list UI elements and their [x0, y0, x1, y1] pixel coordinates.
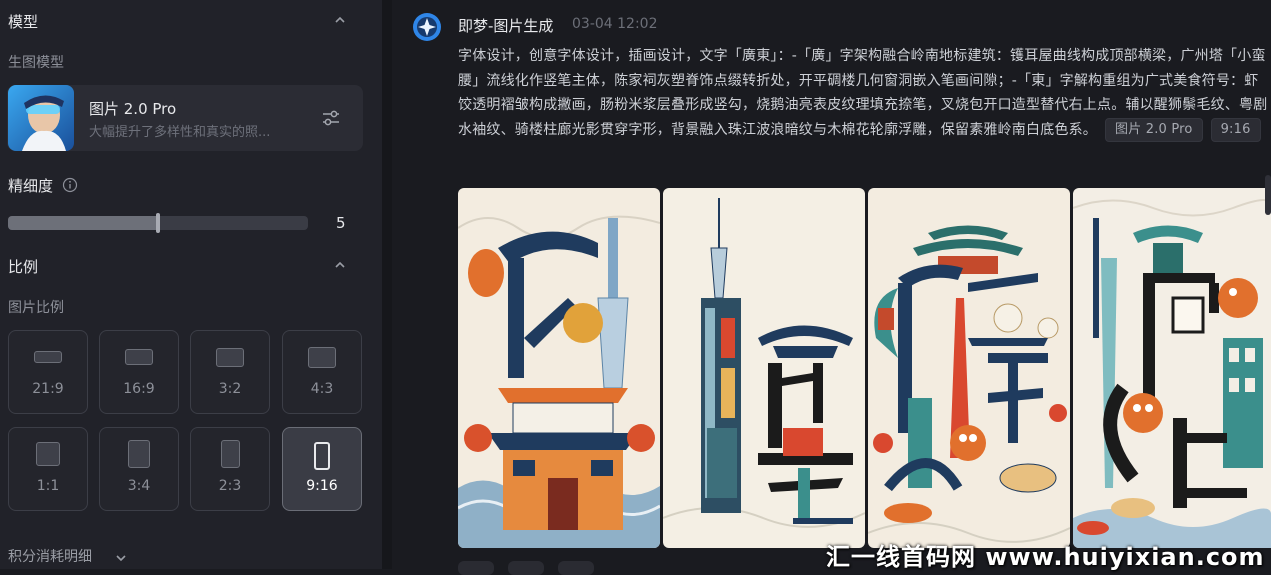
- ratio-option-9-16[interactable]: 9:16: [282, 427, 362, 511]
- ratio-shape-icon: [125, 349, 153, 365]
- ratio-label: 16:9: [123, 381, 155, 397]
- ratio-label: 21:9: [32, 381, 64, 397]
- ratio-option-2-3[interactable]: 2:3: [190, 427, 270, 511]
- message-timestamp: 03-04 12:02: [572, 16, 658, 32]
- info-icon[interactable]: [62, 177, 78, 193]
- ratio-label: 9:16: [306, 478, 338, 494]
- model-name: 图片 2.0 Pro: [89, 100, 177, 118]
- ratio-label: 4:3: [310, 381, 334, 397]
- ratio-option-4-3[interactable]: 4:3: [282, 330, 362, 414]
- panel-divider: [382, 0, 392, 569]
- model-thumbnail: [8, 85, 74, 151]
- ratio-option-3-4[interactable]: 3:4: [99, 427, 179, 511]
- model-description: 大幅提升了多样性和真实的照...: [89, 125, 271, 140]
- ratio-shape-icon: [220, 440, 240, 468]
- credits-detail-link[interactable]: 积分消耗明细: [8, 546, 92, 566]
- action-button[interactable]: [508, 561, 544, 575]
- scroll-next-handle[interactable]: [1265, 175, 1271, 215]
- detail-slider-handle[interactable]: [156, 213, 160, 233]
- generated-image-2[interactable]: [663, 188, 865, 548]
- ratio-label: 3:4: [127, 478, 151, 494]
- ratio-sub-label: 图片比例: [8, 300, 64, 316]
- action-button[interactable]: [458, 561, 494, 575]
- dreamina-avatar-icon: [412, 12, 442, 42]
- ratio-section-title: 比例: [8, 258, 39, 276]
- generated-image-3[interactable]: [868, 188, 1070, 548]
- ratio-label: 2:3: [218, 478, 242, 494]
- detail-slider-fill: [8, 216, 158, 230]
- ratio-shape-icon: [314, 442, 330, 470]
- ratio-option-1-1[interactable]: 1:1: [8, 427, 88, 511]
- chevron-down-icon[interactable]: [114, 550, 128, 564]
- detail-slider[interactable]: [8, 213, 308, 233]
- sender-name: 即梦-图片生成: [458, 17, 554, 35]
- ratio-option-16-9[interactable]: 16:9: [99, 330, 179, 414]
- watermark-text: 汇一线首码网 www.huiyixian.com: [826, 543, 1265, 571]
- ratio-label: 3:2: [218, 381, 242, 397]
- ratio-shape-icon: [128, 440, 150, 468]
- model-selector-card[interactable]: 图片 2.0 Pro 大幅提升了多样性和真实的照...: [7, 85, 363, 151]
- ratio-label: 1:1: [36, 478, 60, 494]
- ratio-shape-icon: [34, 351, 62, 363]
- adjust-settings-icon[interactable]: [320, 107, 342, 129]
- chevron-up-icon[interactable]: [333, 13, 347, 27]
- generated-image-1[interactable]: [458, 188, 660, 548]
- ratio-option-21-9[interactable]: 21:9: [8, 330, 88, 414]
- ratio-tag[interactable]: 9:16: [1210, 117, 1261, 142]
- settings-panel: 模型 生图模型 图片 2.0 Pro 大幅提升了多样性和真实的照... 精细度 …: [0, 0, 382, 569]
- detail-value: 5: [336, 214, 346, 232]
- action-button[interactable]: [558, 561, 594, 575]
- model-sub-label: 生图模型: [8, 55, 64, 71]
- model-section-title: 模型: [8, 13, 39, 31]
- prompt-text: 字体设计，创意字体设计，插画设计，文字「廣東」：-「廣」字架构融合岭南地标建筑：…: [458, 44, 1268, 142]
- detail-title: 精细度: [8, 177, 54, 195]
- ratio-shape-icon: [308, 346, 336, 368]
- model-tag[interactable]: 图片 2.0 Pro: [1105, 117, 1203, 142]
- ratio-shape-icon: [36, 442, 60, 466]
- ratio-shape-icon: [216, 347, 244, 367]
- generated-image-4[interactable]: [1073, 188, 1271, 548]
- ratio-option-3-2[interactable]: 3:2: [190, 330, 270, 414]
- chevron-up-icon[interactable]: [333, 258, 347, 272]
